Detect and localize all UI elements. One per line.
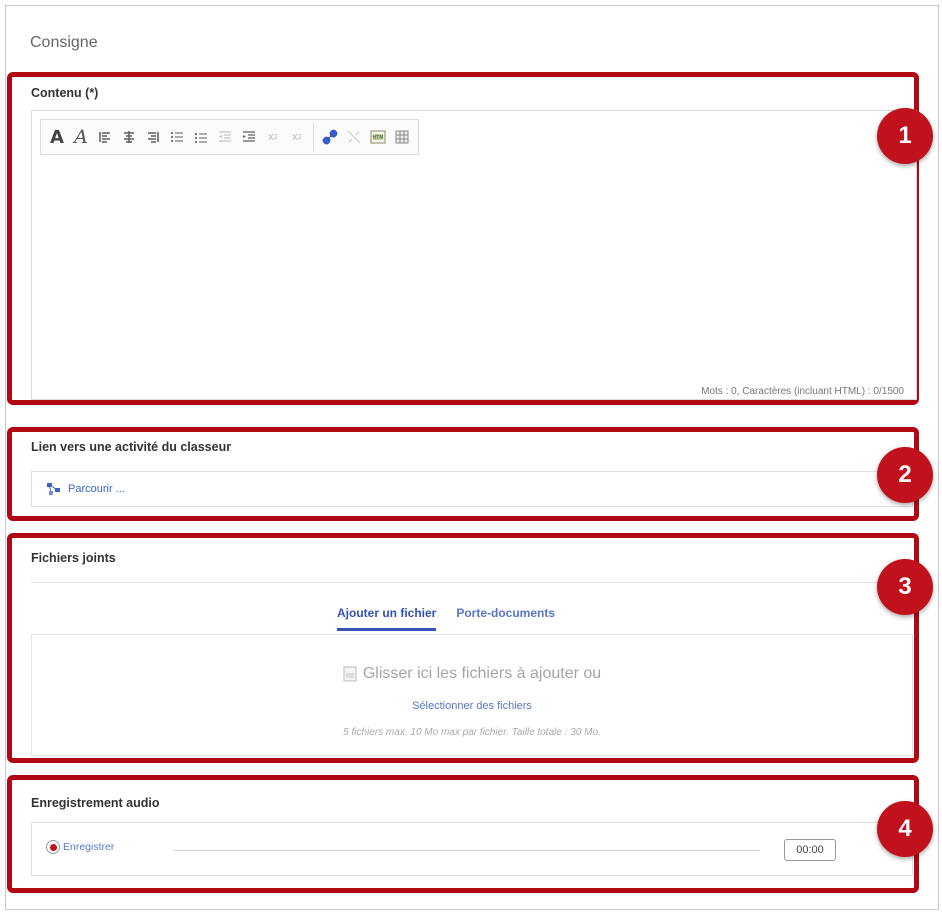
drop-text: Glisser ici les fichiers à ajouter ou — [362, 665, 602, 682]
callout-badge-4: 4 — [877, 801, 933, 857]
superscript-icon[interactable]: x2 — [285, 124, 309, 150]
indent-icon[interactable] — [237, 124, 261, 150]
audio-recorder: Enregistrer 00:00 — [31, 822, 913, 876]
link-icon[interactable] — [318, 124, 342, 150]
callout-badge-1: 1 — [877, 108, 933, 164]
toolbar-separator — [313, 123, 314, 151]
align-left-icon[interactable] — [93, 124, 117, 150]
italic-icon[interactable]: A — [69, 124, 93, 150]
files-label: Fichiers joints — [31, 551, 116, 565]
ordered-list-icon[interactable] — [165, 124, 189, 150]
record-button[interactable]: Enregistrer — [46, 840, 114, 854]
record-label: Enregistrer — [63, 841, 115, 853]
link-label: Lien vers une activité du classeur — [31, 440, 232, 454]
audio-label: Enregistrement audio — [31, 796, 160, 810]
rich-text-editor[interactable]: A A x 2 x 2 HTM Mots: 0, Caractères (in… — [31, 110, 917, 400]
bold-icon[interactable]: A — [45, 124, 69, 150]
file-limits: 5 fichiers max. 10 Mo max par fichier. T… — [343, 727, 601, 738]
files-divider — [31, 582, 913, 583]
record-icon — [46, 840, 60, 854]
select-files-link[interactable]: Sélectionner des fichiers — [32, 700, 912, 712]
audio-progress-track[interactable] — [174, 850, 760, 851]
audio-timer: 00:00 — [784, 839, 836, 861]
unlink-icon[interactable] — [342, 124, 366, 150]
table-icon[interactable] — [390, 124, 414, 150]
tab-document-holder[interactable]: Porte-documents — [456, 606, 555, 631]
align-center-icon[interactable] — [117, 124, 141, 150]
unordered-list-icon[interactable] — [189, 124, 213, 150]
browse-activity-button[interactable]: Parcourir ... — [31, 471, 913, 507]
section-title: Consigne — [30, 34, 98, 51]
callout-badge-3: 3 — [877, 559, 933, 615]
browse-icon — [47, 483, 60, 495]
subscript-icon[interactable]: x2 — [261, 124, 285, 150]
file-dropzone[interactable]: Glisser ici les fichiers à ajouter ou Sé… — [31, 634, 913, 756]
align-right-icon[interactable] — [141, 124, 165, 150]
svg-text:HTM: HTM — [372, 135, 383, 141]
outdent-icon[interactable] — [213, 124, 237, 150]
browse-label: Parcourir ... — [68, 483, 125, 495]
files-tabs: Ajouter un fichier Porte-documents — [337, 606, 575, 631]
content-label: Contenu (*) — [31, 86, 99, 100]
file-icon — [343, 666, 357, 682]
callout-badge-2: 2 — [877, 447, 933, 503]
editor-toolbar: A A x 2 x 2 HTM — [40, 119, 419, 155]
word-count: Mots : 0, Caractères (incluant HTML) : 0… — [701, 386, 904, 397]
tab-add-file[interactable]: Ajouter un fichier — [337, 606, 437, 631]
media-icon[interactable]: HTM — [366, 124, 390, 150]
drop-message: Glisser ici les fichiers à ajouter ou — [32, 665, 912, 683]
